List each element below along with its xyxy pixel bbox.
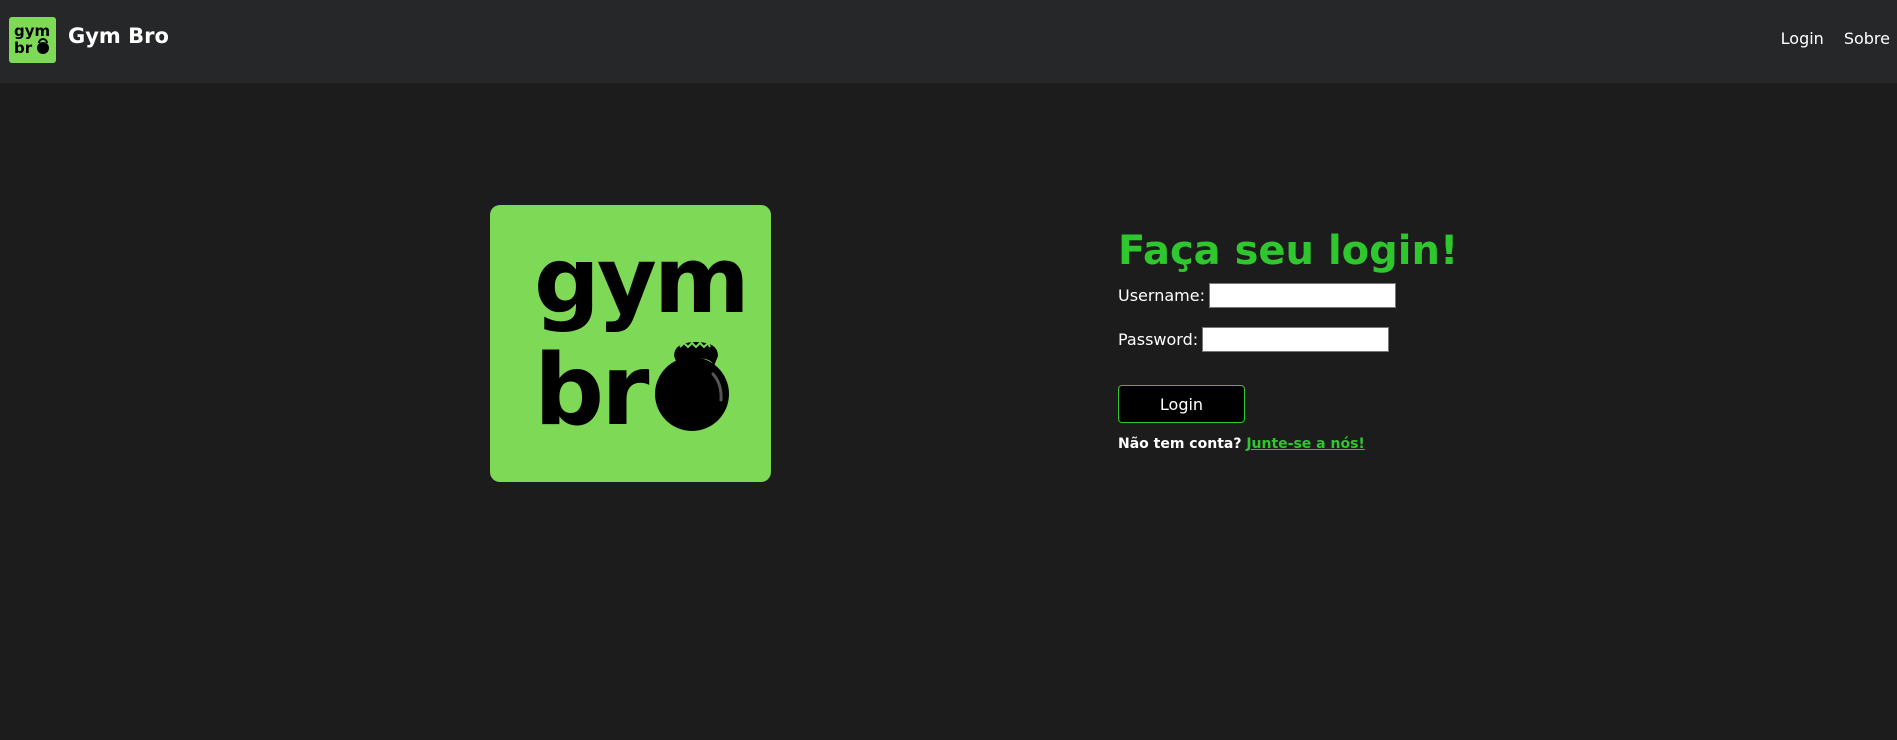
hero-logo-text-bottom: br <box>534 334 650 448</box>
username-row: Username: <box>1118 280 1538 310</box>
signup-prompt: Não tem conta? Junte-se a nós! <box>1118 436 1538 452</box>
nav-logo[interactable]: gym br <box>9 17 56 63</box>
login-button[interactable]: Login <box>1118 385 1245 423</box>
hero-logo-text-top: gym <box>534 227 747 334</box>
username-label: Username: <box>1118 285 1205 305</box>
username-input[interactable] <box>1208 282 1396 308</box>
login-title: Faça seu login! <box>1118 228 1459 274</box>
nav-logo-text-bottom: br <box>14 39 33 57</box>
signup-prompt-text: Não tem conta? <box>1118 436 1242 452</box>
nav-link-login[interactable]: Login <box>1781 29 1824 48</box>
password-label: Password: <box>1118 329 1199 349</box>
signup-link[interactable]: Junte-se a nós! <box>1246 436 1364 452</box>
hero-logo: gym br <box>490 205 771 482</box>
nav-link-sobre[interactable]: Sobre <box>1844 29 1890 48</box>
login-panel: Faça seu login! Username: Password: Logi… <box>1118 222 1538 452</box>
brand-title[interactable]: Gym Bro <box>68 24 169 48</box>
password-input[interactable] <box>1202 326 1390 352</box>
nav-logo-text-top: gym <box>14 22 50 40</box>
navbar: gym br Gym Bro Login Sobre <box>0 0 1897 83</box>
gym-bro-hero-logo-icon: gym br <box>534 227 750 448</box>
kettlebell-icon <box>37 38 49 54</box>
kettlebell-icon <box>655 341 729 431</box>
nav-links: Login Sobre <box>1781 29 1890 48</box>
gym-bro-logo-icon: gym br <box>14 22 50 57</box>
password-row: Password: <box>1118 324 1538 354</box>
